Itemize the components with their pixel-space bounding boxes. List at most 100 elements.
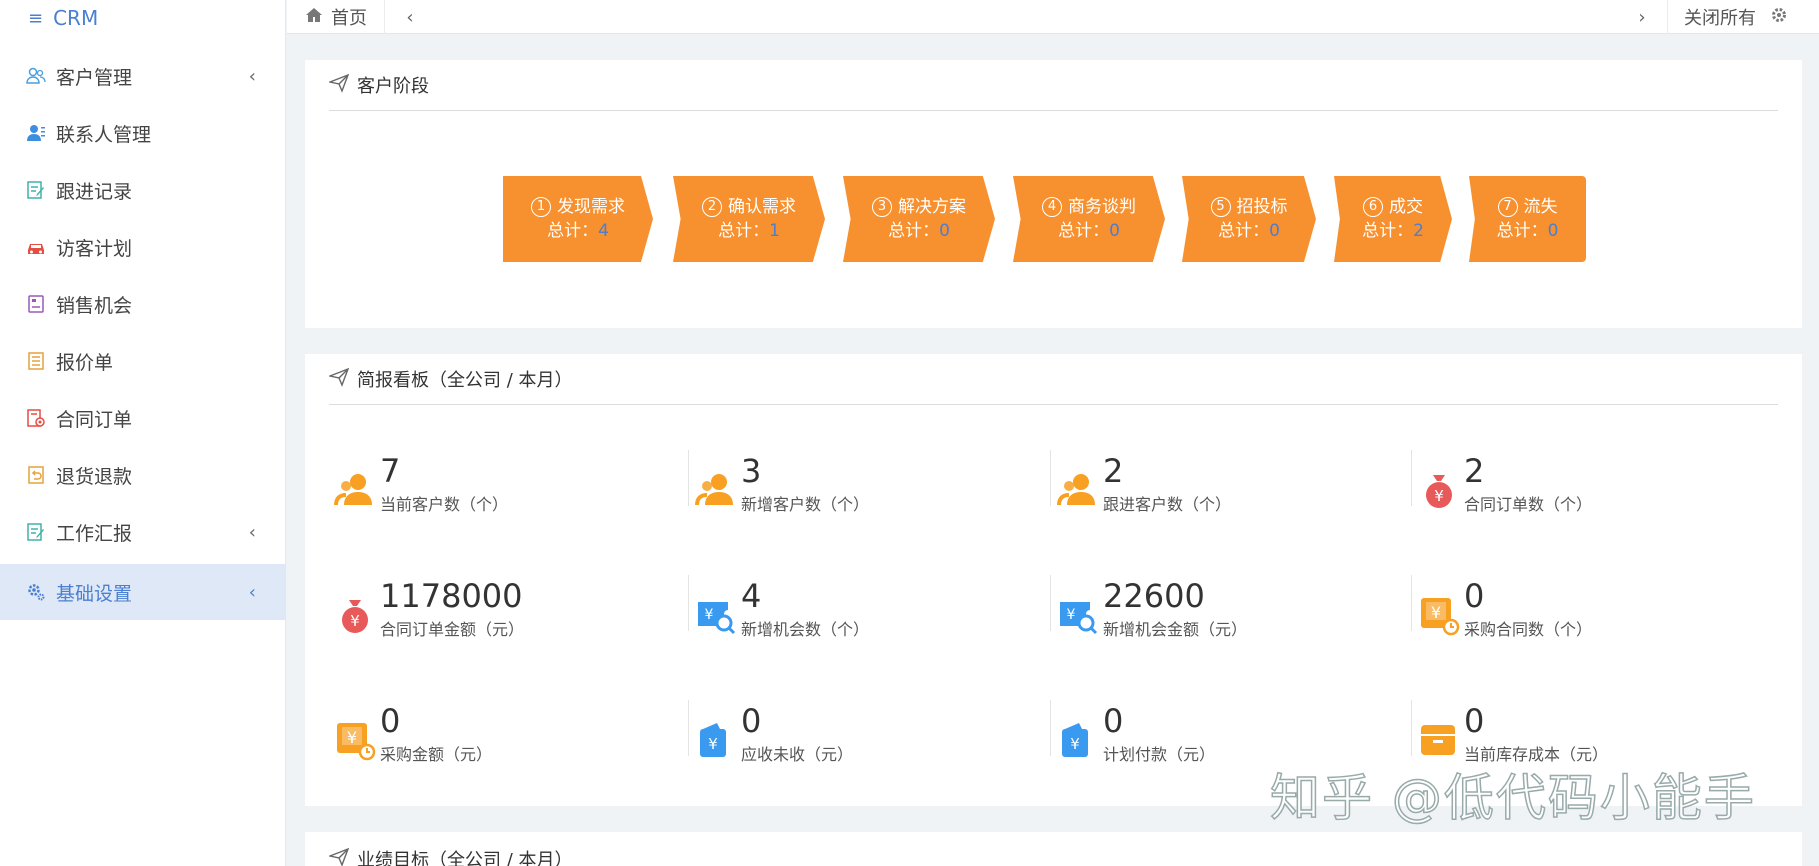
wallet-icon: ¥	[695, 719, 737, 761]
stage-count: 总计：1	[718, 221, 780, 241]
tab-home[interactable]: 首页	[287, 0, 385, 34]
stat-value: 0	[741, 702, 762, 740]
chevron-left-icon: ‹	[248, 65, 256, 87]
stat-label: 新增客户数（个）	[741, 495, 870, 514]
stage-deal[interactable]: 6 成交 总计：2	[1334, 176, 1452, 262]
stat-followup-customers[interactable]: 2 跟进客户数（个）	[1057, 451, 1397, 541]
purchase-icon: ¥	[334, 719, 376, 761]
stat-value: 4	[741, 577, 762, 615]
stage-count: 总计：0	[1058, 221, 1120, 241]
stat-purchase-amount[interactable]: ¥ 0 采购金额（元）	[334, 701, 674, 791]
stage-count: 总计：0	[1496, 221, 1559, 241]
app-title: CRM	[53, 6, 99, 30]
chevron-left-icon: ‹	[248, 521, 256, 543]
stat-value: 3	[741, 452, 762, 490]
customer-icon	[334, 469, 376, 511]
stat-purchase-contracts[interactable]: ¥ 0 采购合同数（个）	[1418, 576, 1758, 666]
stage-lost[interactable]: 7 流失 总计：0	[1469, 176, 1586, 262]
sidebar-item-label: 合同订单	[56, 408, 133, 431]
svg-text:¥: ¥	[705, 607, 714, 623]
stat-label: 当前客户数（个）	[380, 495, 509, 514]
stage-solution[interactable]: 3 解决方案 总计：0	[843, 176, 995, 262]
stage-count: 总计：0	[1218, 221, 1280, 241]
stat-value: 0	[1464, 577, 1485, 615]
sidebar-item-label: 访客计划	[56, 237, 133, 260]
tab-scroll-left-button[interactable]: ‹	[395, 0, 425, 34]
stat-value: 2	[1103, 452, 1124, 490]
sidebar-item-label: 客户管理	[56, 66, 133, 89]
customer-icon	[695, 469, 737, 511]
tab-home-label: 首页	[331, 8, 367, 29]
divider	[1050, 700, 1051, 756]
menu-toggle-icon[interactable]: ≡	[28, 8, 43, 29]
sidebar-item-label: 工作汇报	[56, 522, 133, 545]
stat-current-customers[interactable]: 7 当前客户数（个）	[334, 451, 674, 541]
stat-new-opportunity-amount[interactable]: ¥ 22600 新增机会金额（元）	[1057, 576, 1397, 666]
divider	[688, 700, 689, 756]
sidebar-item-label: 基础设置	[56, 582, 133, 605]
divider	[688, 450, 689, 506]
return-icon	[26, 465, 46, 485]
stage-name: 6 成交	[1363, 195, 1423, 219]
stat-receivable[interactable]: ¥ 0 应收未收（元）	[695, 701, 1035, 791]
panel-title: 简报看板（全公司 / 本月）	[357, 370, 573, 391]
purchase-icon: ¥	[1418, 594, 1460, 636]
money-bag-icon: ¥	[334, 594, 376, 636]
sidebar-item-basic-settings[interactable]: 基础设置 ‹	[0, 564, 286, 620]
watermark: 知乎 @低代码小能手	[1269, 768, 1756, 828]
stat-new-customers[interactable]: 3 新增客户数（个）	[695, 451, 1035, 541]
sidebar-item-followup[interactable]: 跟进记录	[0, 162, 286, 218]
sidebar-item-return-refund[interactable]: 退货退款	[0, 447, 286, 503]
stat-label: 合同订单金额（元）	[380, 620, 525, 639]
divider	[1411, 700, 1412, 756]
panel-header: 客户阶段	[327, 72, 429, 98]
sidebar-item-customers[interactable]: 客户管理 ‹	[0, 48, 286, 104]
close-all-tabs-button[interactable]: 关闭所有	[1667, 0, 1819, 34]
sidebar-item-contacts[interactable]: 联系人管理	[0, 105, 286, 161]
stage-count: 总计：4	[547, 221, 609, 241]
stage-confirm-need[interactable]: 2 确认需求 总计：1	[673, 176, 825, 262]
sidebar: ≡ CRM 客户管理 ‹ 联系人管理 跟进记录 访客计划 销售机会 报价单 合同…	[0, 0, 286, 866]
divider	[1050, 575, 1051, 631]
sidebar-item-label: 销售机会	[56, 294, 133, 317]
customer-icon	[1057, 469, 1099, 511]
divider	[688, 575, 689, 631]
money-bag-icon: ¥	[1418, 469, 1460, 511]
stat-new-opportunities[interactable]: ¥ 4 新增机会数（个）	[695, 576, 1035, 666]
panel-header: 简报看板（全公司 / 本月）	[327, 366, 573, 392]
stat-value: 0	[1103, 702, 1124, 740]
sidebar-item-work-report[interactable]: 工作汇报 ‹	[0, 504, 286, 560]
stat-label: 采购金额（元）	[380, 745, 493, 764]
opportunity-icon: ¥	[1057, 594, 1099, 636]
sidebar-item-contract-order[interactable]: 合同订单	[0, 390, 286, 446]
stat-contract-amount[interactable]: ¥ 1178000 合同订单金额（元）	[334, 576, 674, 666]
stage-bidding[interactable]: 5 招投标 总计：0	[1182, 176, 1316, 262]
sidebar-item-quotation[interactable]: 报价单	[0, 333, 286, 389]
divider	[1050, 450, 1051, 506]
svg-text:¥: ¥	[350, 612, 360, 630]
tab-bar: 首页 ‹ › 关闭所有	[287, 0, 1819, 34]
sidebar-item-visit-plan[interactable]: 访客计划	[0, 219, 286, 275]
stat-value: 0	[1464, 702, 1485, 740]
app-logo[interactable]: ≡ CRM	[0, 0, 285, 36]
list-icon	[26, 351, 46, 371]
gear-icon[interactable]	[1770, 6, 1788, 29]
svg-text:¥: ¥	[1434, 487, 1444, 505]
sidebar-item-label: 退货退款	[56, 465, 133, 488]
stage-count: 总计：0	[888, 221, 950, 241]
tab-scroll-right-button[interactable]: ›	[1627, 0, 1657, 34]
stat-contract-orders[interactable]: ¥ 2 合同订单数（个）	[1418, 451, 1758, 541]
clipboard-icon	[26, 294, 46, 314]
stage-name: 2 确认需求	[702, 195, 796, 219]
paper-plane-icon	[327, 73, 350, 98]
sidebar-item-sales-opportunity[interactable]: 销售机会	[0, 276, 286, 332]
stage-discover-need[interactable]: 1 发现需求 总计：4	[503, 176, 653, 262]
performance-target-panel: 业绩目标（全公司 / 本月）	[305, 832, 1802, 866]
contract-icon	[26, 408, 46, 428]
stat-label: 合同订单数（个）	[1464, 495, 1593, 514]
panel-header: 业绩目标（全公司 / 本月）	[327, 846, 573, 866]
sidebar-item-label: 联系人管理	[56, 123, 152, 146]
stat-value: 22600	[1103, 577, 1205, 615]
sidebar-item-label: 报价单	[56, 351, 114, 374]
stage-negotiation[interactable]: 4 商务谈判 总计：0	[1013, 176, 1165, 262]
